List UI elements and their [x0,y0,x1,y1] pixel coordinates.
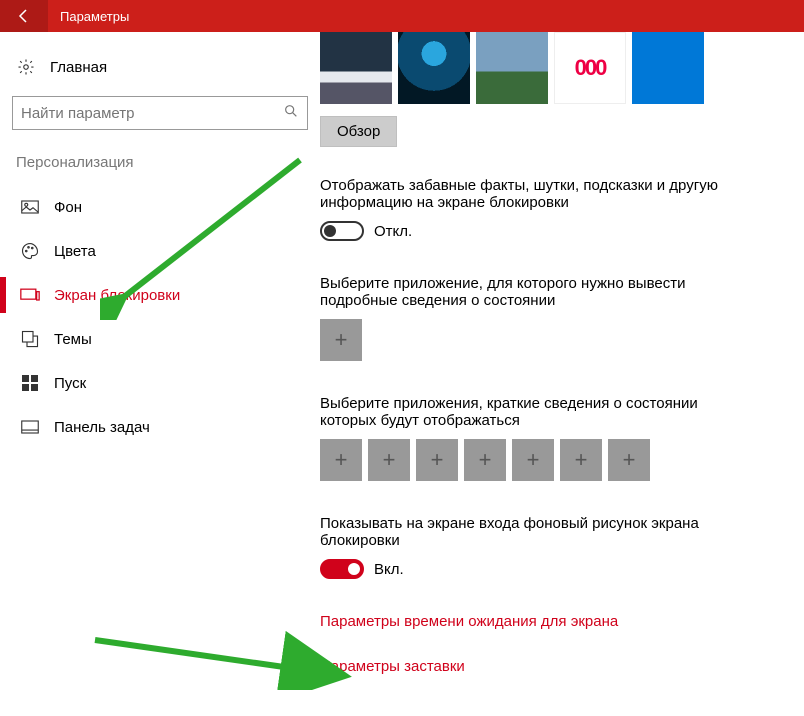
plus-icon: + [335,327,348,353]
start-icon [20,375,40,391]
nav-label: Фон [54,199,82,216]
thumb-1[interactable] [320,32,392,104]
quick-app-slot[interactable]: + [320,439,362,481]
quick-app-slot[interactable]: + [560,439,602,481]
nav-label: Панель задач [54,419,150,436]
detail-app-slot[interactable]: + [320,319,362,361]
toggle-state-on: Вкл. [374,561,404,578]
nav-taskbar[interactable]: Панель задач [12,405,308,449]
main-panel: 000 Обзор Отображать забавные факты, шут… [320,32,804,716]
search-input[interactable] [21,105,283,122]
quick-app-slots: + + + + + + + [320,439,804,481]
taskbar-icon [20,420,40,434]
nav-label: Экран блокировки [54,287,180,304]
timeout-link[interactable]: Параметры времени ожидания для экрана [320,613,804,630]
gear-icon [16,58,36,76]
plus-icon: + [527,447,540,473]
quick-app-slot[interactable]: + [368,439,410,481]
screensaver-link[interactable]: Параметры заставки [320,658,804,675]
sidebar: Главная Персонализация Фон Цвета Экран б… [0,32,320,716]
plus-icon: + [431,447,444,473]
titlebar: Параметры [0,0,804,32]
fun-facts-label: Отображать забавные факты, шутки, подска… [320,177,740,211]
plus-icon: + [479,447,492,473]
search-box[interactable] [12,96,308,130]
nav-colors[interactable]: Цвета [12,229,308,273]
signin-pic-label: Показывать на экране входа фоновый рисун… [320,515,740,549]
thumb-2[interactable] [398,32,470,104]
palette-icon [20,242,40,260]
section-header: Персонализация [12,154,308,185]
themes-icon [20,330,40,348]
detail-app-label: Выберите приложение, для которого нужно … [320,275,740,309]
search-icon [283,103,299,123]
plus-icon: + [335,447,348,473]
back-button[interactable] [0,0,48,32]
nav-start[interactable]: Пуск [12,361,308,405]
quick-apps-label: Выберите приложения, краткие сведения о … [320,395,740,429]
home-button[interactable]: Главная [12,50,308,96]
plus-icon: + [575,447,588,473]
background-thumbnails: 000 [320,32,804,104]
nav-label: Цвета [54,243,96,260]
lockscreen-icon [20,288,40,302]
nav-label: Пуск [54,375,86,392]
fun-facts-toggle[interactable] [320,221,364,241]
thumb-4[interactable]: 000 [554,32,626,104]
nav-label: Темы [54,331,92,348]
quick-app-slot[interactable]: + [512,439,554,481]
thumb-5[interactable] [632,32,704,104]
quick-app-slot[interactable]: + [416,439,458,481]
window-title: Параметры [60,9,129,24]
browse-button[interactable]: Обзор [320,116,397,147]
toggle-state-off: Откл. [374,223,412,240]
home-label: Главная [50,59,107,76]
thumb-3[interactable] [476,32,548,104]
signin-pic-toggle[interactable] [320,559,364,579]
plus-icon: + [383,447,396,473]
quick-app-slot[interactable]: + [464,439,506,481]
nav-lockscreen[interactable]: Экран блокировки [12,273,308,317]
picture-icon [20,200,40,214]
plus-icon: + [623,447,636,473]
nav-themes[interactable]: Темы [12,317,308,361]
nav-background[interactable]: Фон [12,185,308,229]
quick-app-slot[interactable]: + [608,439,650,481]
arrow-left-icon [16,8,32,24]
